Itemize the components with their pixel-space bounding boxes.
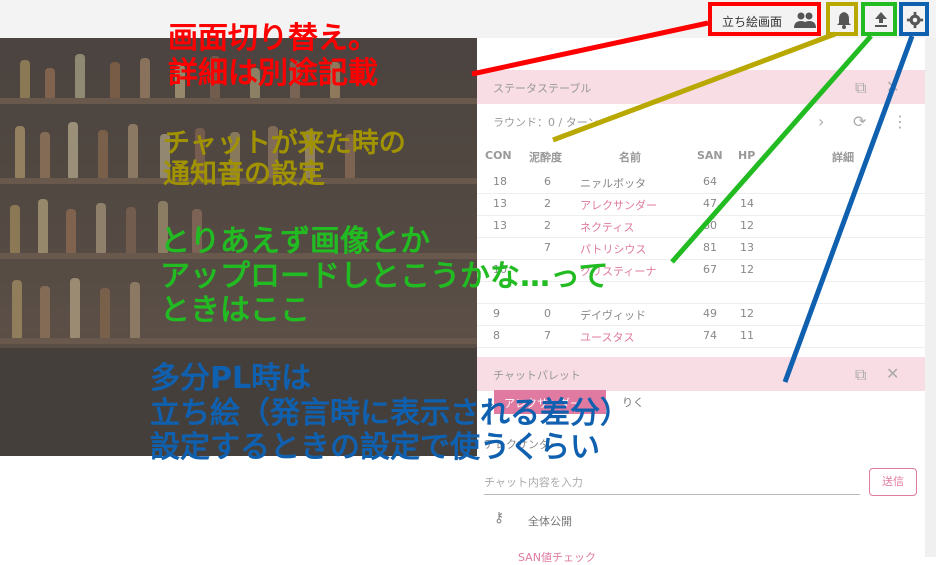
table-row[interactable]: 13 2 アレクサンダー 47 14 [477,193,925,216]
table-cell-name: ユースタス [580,331,635,344]
annotation-notification-sound: チャットが来た時の 通知音の設定 [163,128,406,191]
column-header-detail[interactable]: 詳細 [832,149,854,165]
status-table-title: ステータステーブル [493,82,592,95]
table-cell-hp: 11 [740,329,754,342]
chat-input[interactable]: チャット内容を入力 [484,474,583,490]
table-cell-hp: 12 [740,307,754,320]
table-cell-san: 47 [703,197,717,210]
annotation-upload: とりあえず画像とか アップロードしとこうかな…って ときはここ [160,224,609,328]
upload-button[interactable] [861,2,897,36]
table-cell-hp: 12 [740,219,754,232]
table-cell-hp: 12 [740,263,754,276]
scrollbar[interactable] [925,38,936,557]
column-header-name[interactable]: 名前 [619,149,641,165]
annotation-screen-switch: 画面切り替え。 詳細は別途記載 [168,21,378,91]
table-row[interactable]: 18 6 ニァルボッタ 64 [477,171,925,194]
upload-icon [875,12,887,27]
notification-sound-button[interactable] [826,2,858,36]
people-icon [794,12,816,28]
table-cell-san: 49 [703,307,717,320]
standing-picture-label: 立ち絵画面 [722,15,783,29]
close-icon[interactable]: ✕ [886,77,899,96]
round-indicator: ラウンド：0 / ターン [493,116,599,129]
table-cell-con: 13 [493,197,507,210]
table-cell-drunk: 7 [544,329,551,342]
chevron-right-icon[interactable]: › [818,112,824,131]
close-icon[interactable]: ✕ [886,364,899,383]
gear-icon [906,11,924,29]
column-header-drunk[interactable]: 泥酔度 [529,149,562,165]
table-cell-san: 74 [703,329,717,342]
popout-icon[interactable]: ⧉ [855,78,866,98]
table-cell-name: ニァルボッタ [580,177,646,190]
column-header-con[interactable]: CON [485,149,512,162]
popout-icon[interactable]: ⧉ [855,365,866,385]
refresh-icon[interactable]: ⟳ [853,112,866,131]
settings-button[interactable] [899,2,929,36]
table-cell-san: 60 [703,219,717,232]
visibility-select[interactable]: 全体公開 [528,513,572,529]
table-cell-con: 8 [493,329,500,342]
more-vert-icon[interactable]: ⋮ [892,112,908,131]
palette-command-item[interactable]: SAN値チェック [518,549,596,565]
annotation-settings: 多分PL時は 立ち絵（発言時に表示される差分） 設定するときの設定で使うくらい [150,361,630,465]
table-cell-drunk: 2 [544,197,551,210]
table-cell-drunk: 6 [544,175,551,188]
empty-area [0,456,477,557]
table-cell-san: 64 [703,175,717,188]
bell-icon [837,12,851,29]
send-button[interactable]: 送信 [869,468,917,496]
table-cell-san: 67 [703,263,717,276]
column-header-hp[interactable]: HP [738,149,755,162]
table-cell-hp: 14 [740,197,754,210]
table-cell-name: アレクサンダー [580,199,657,212]
table-cell-con: 18 [493,175,507,188]
table-cell-hp: 13 [740,241,754,254]
standing-picture-screen-button[interactable]: 立ち絵画面 [708,2,821,36]
chat-input-underline [484,494,860,495]
column-header-san[interactable]: SAN [697,149,723,162]
key-icon: ⚷ [494,510,505,526]
table-cell-san: 81 [703,241,717,254]
